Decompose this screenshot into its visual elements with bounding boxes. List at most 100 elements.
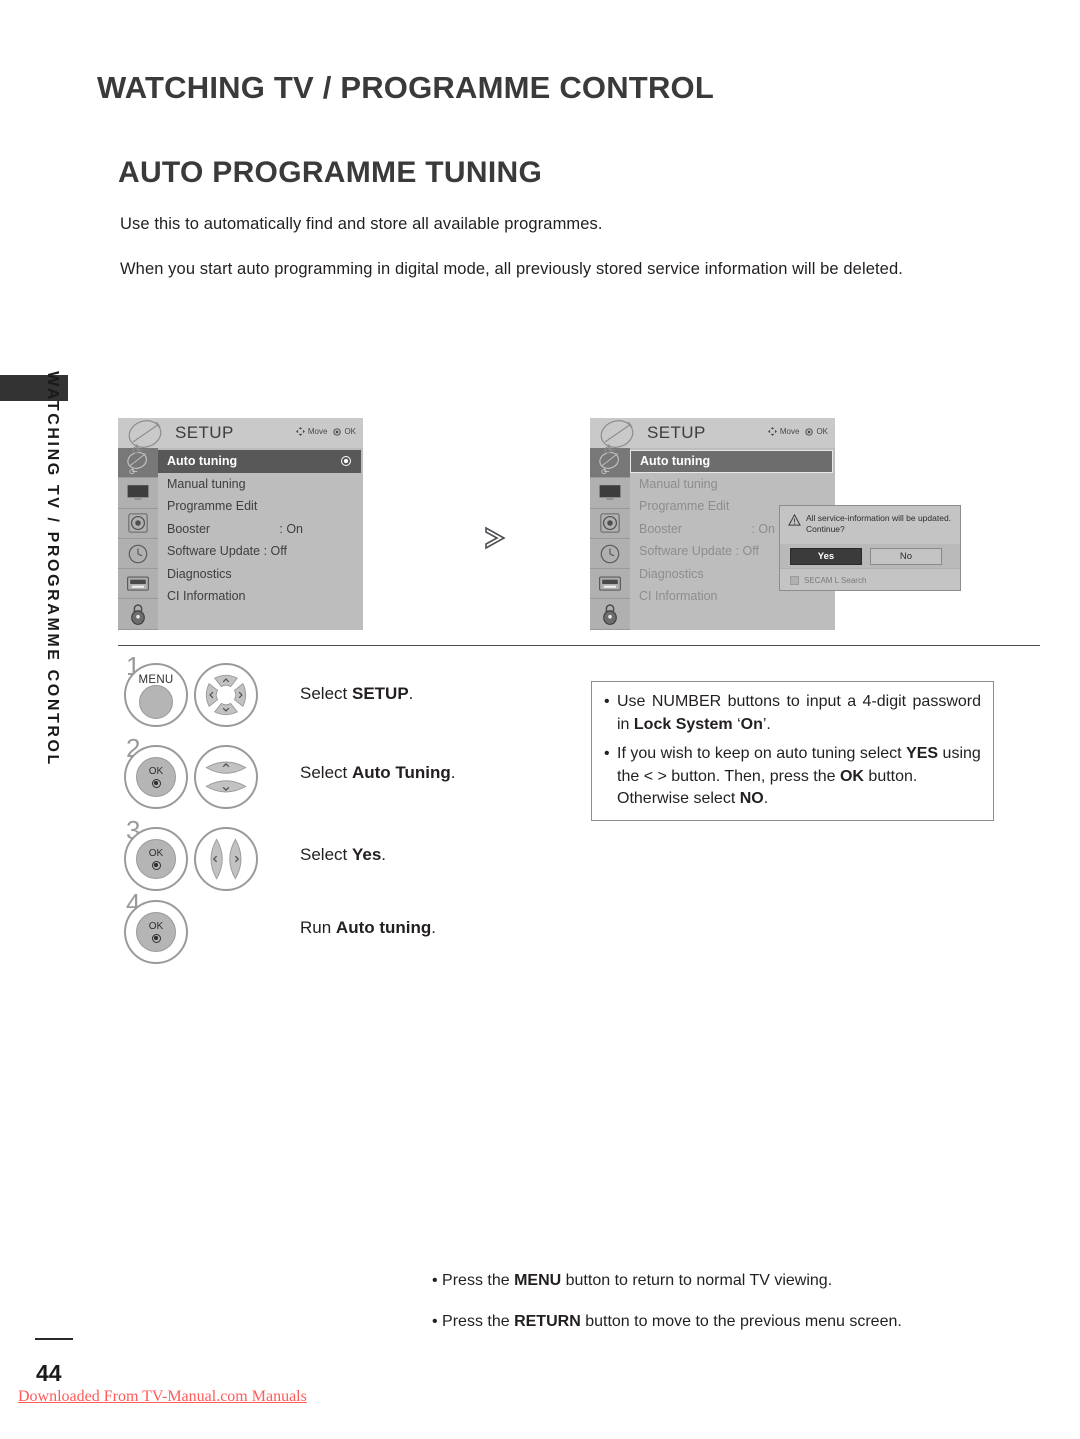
osd-hints: Move OK	[295, 427, 356, 436]
ok-hint-label: OK	[816, 427, 828, 436]
option-screen-icon	[598, 576, 622, 591]
rail-item-lock-icon[interactable]	[118, 599, 158, 630]
lock-icon	[603, 604, 617, 626]
picture-tv-icon	[599, 485, 621, 500]
note-list-item: • Use NUMBER buttons to input a 4-digit …	[604, 691, 981, 736]
chevron-right-icon	[485, 526, 506, 550]
move-arrows-icon	[767, 427, 777, 436]
warning-triangle-icon	[788, 514, 801, 526]
menu-item-software-update[interactable]: Software Update : Off	[158, 540, 363, 563]
menu-item-auto-tuning[interactable]: Auto tuning	[630, 450, 833, 473]
step-text-prefix: Select	[300, 845, 352, 864]
osd-menu-list: Auto tuning Manual tuning Programme Edit…	[158, 448, 363, 630]
menu-item-label: Booster	[167, 521, 211, 536]
note-box: • Use NUMBER buttons to input a 4-digit …	[591, 681, 994, 821]
step-instruction-2: Select Auto Tuning.	[300, 763, 456, 783]
dialog-footer: SECAM L Search	[780, 568, 960, 588]
step-text-emphasis: SETUP	[351, 684, 409, 703]
ok-button-cap: OK	[136, 757, 176, 797]
dialog-message-line-2: Continue?	[806, 523, 845, 534]
move-hint-label: Move	[779, 427, 800, 436]
osd-title: SETUP	[175, 423, 234, 442]
menu-item-diagnostics[interactable]: Diagnostics	[158, 563, 363, 586]
step-instruction-4: Run Auto tuning.	[300, 918, 436, 938]
option-screen-icon	[126, 576, 150, 591]
rail-item-option-screen-icon[interactable]	[590, 569, 630, 600]
page-title: WATCHING TV / PROGRAMME CONTROL	[97, 70, 714, 105]
ok-dot-icon	[805, 427, 814, 436]
step-text-suffix: .	[381, 845, 387, 864]
move-hint-label: Move	[307, 427, 328, 436]
dialog-button-row: Yes No	[780, 544, 960, 568]
menu-item-manual-tuning[interactable]: Manual tuning	[158, 473, 363, 496]
footer-note-menu: • Press the MENU button to return to nor…	[432, 1272, 833, 1289]
menu-item-ci-information[interactable]: CI Information	[158, 585, 363, 608]
ok-button[interactable]: OK	[124, 745, 188, 809]
side-tab-label: WATCHING TV / PROGRAMME CONTROL	[44, 371, 61, 767]
left-right-nav-icon	[210, 838, 242, 880]
menu-item-label: CI Information	[639, 589, 718, 604]
confirm-dialog: All service-information will be updated.…	[779, 505, 961, 591]
download-credit-link[interactable]: Downloaded From TV-Manual.com Manuals	[18, 1388, 307, 1406]
dialog-message-text: All service-information will be updated.…	[806, 513, 951, 534]
step-text-emphasis: Auto Tuning	[351, 763, 451, 782]
four-way-nav-control[interactable]	[194, 663, 258, 727]
up-down-nav-control[interactable]	[194, 745, 258, 809]
footer-note-return: • Press the RETURN button to move to the…	[432, 1313, 902, 1330]
yes-button[interactable]: Yes	[790, 547, 862, 565]
four-way-nav-icon	[205, 674, 247, 716]
ok-hint-label: OK	[344, 427, 356, 436]
menu-item-auto-tuning[interactable]: Auto tuning	[158, 450, 361, 473]
ok-button-cap: OK	[136, 912, 176, 952]
bullet-icon: •	[604, 693, 610, 710]
menu-item-label: Software Update : Off	[167, 544, 287, 559]
menu-item-label: Programme Edit	[167, 499, 258, 514]
menu-item-label: CI Information	[167, 589, 246, 604]
rail-item-audio-speaker-icon[interactable]	[118, 508, 158, 539]
step-text-emphasis: Auto tuning	[335, 918, 432, 937]
menu-button-cap	[139, 685, 173, 720]
menu-item-label: Auto tuning	[640, 454, 711, 469]
rail-item-picture-tv-icon[interactable]	[590, 478, 630, 509]
menu-item-value: : On	[279, 521, 303, 536]
rail-item-option-screen-icon[interactable]	[118, 569, 158, 600]
footer-divider	[35, 1338, 73, 1340]
ok-button-label: OK	[148, 765, 164, 777]
rail-item-audio-speaker-icon[interactable]	[590, 508, 630, 539]
menu-button[interactable]: MENU	[124, 663, 188, 727]
osd-hints: Move OK	[767, 427, 828, 436]
rail-item-lock-icon[interactable]	[590, 599, 630, 630]
step-instruction-1: Select SETUP.	[300, 684, 413, 704]
ok-button-label: OK	[148, 920, 164, 932]
rail-item-clock-time-icon[interactable]	[590, 538, 630, 570]
rail-item-clock-time-icon[interactable]	[118, 538, 158, 570]
clock-time-icon	[600, 544, 620, 563]
clock-time-icon	[128, 544, 148, 563]
menu-item-manual-tuning[interactable]: Manual tuning	[630, 473, 835, 496]
audio-speaker-icon	[600, 513, 620, 533]
note-text: Use NUMBER buttons to input a 4-digit pa…	[617, 693, 981, 733]
ok-dot-icon	[151, 933, 161, 943]
left-right-nav-control[interactable]	[194, 827, 258, 891]
ok-button-label: OK	[148, 847, 164, 859]
up-down-nav-icon	[205, 761, 247, 793]
move-arrows-icon	[295, 427, 305, 436]
osd-body: Auto tuning Manual tuning Programme Edit…	[118, 448, 363, 630]
picture-tv-icon	[127, 485, 149, 500]
step-text-suffix: .	[450, 763, 456, 782]
rail-item-picture-tv-icon[interactable]	[118, 478, 158, 509]
osd-header: SETUP Move OK	[590, 418, 835, 454]
menu-item-programme-edit[interactable]: Programme Edit	[158, 495, 363, 518]
dialog-message-line-1: All service-information will be updated.	[806, 513, 952, 523]
no-button[interactable]: No	[870, 547, 942, 565]
audio-speaker-icon	[128, 513, 148, 533]
setup-menu-panel-1: SETUP Move OK Auto tuning Manual tuning …	[118, 418, 363, 630]
lock-icon	[131, 604, 145, 626]
bullet-icon: •	[604, 745, 610, 762]
ok-button[interactable]: OK	[124, 900, 188, 964]
section-divider	[118, 645, 1040, 646]
ok-button-cap: OK	[136, 839, 176, 879]
menu-item-booster[interactable]: Booster : On	[158, 518, 363, 541]
ok-button[interactable]: OK	[124, 827, 188, 891]
secam-l-search-checkbox[interactable]	[790, 576, 799, 585]
